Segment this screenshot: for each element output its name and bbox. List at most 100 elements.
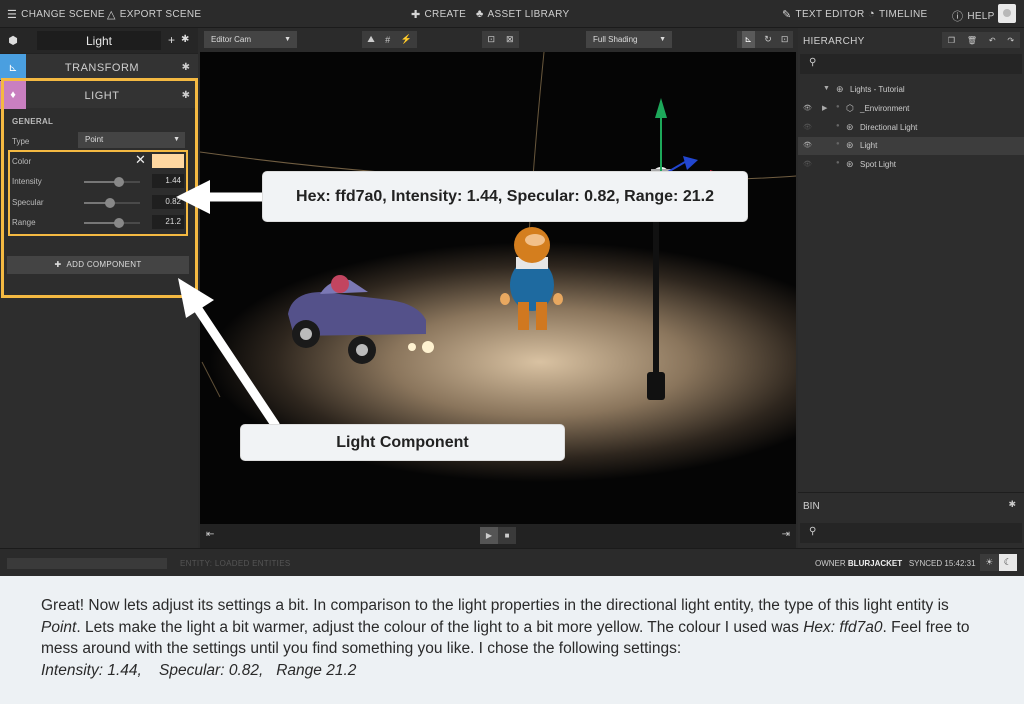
timeline-icon: ◔ [868,8,875,20]
range-slider[interactable] [84,218,140,228]
caption-emphasis: Intensity: 1.44, Specular: 0.82, Range 2… [41,661,357,679]
lightbulb-icon: ♦ [0,81,26,109]
user-avatar[interactable] [998,4,1016,23]
wand-icon[interactable]: ⚡ [401,34,412,45]
undo-icon[interactable]: ↶ [989,36,996,45]
rotate-icon[interactable]: ↻ [764,34,772,45]
intensity-slider[interactable] [84,177,140,187]
light-type-value: Point [85,135,104,144]
shading-select[interactable]: Full Shading ▼ [586,31,672,48]
range-input[interactable]: 21.2 [152,215,184,229]
help-icon: ⓘ [952,11,964,23]
bulb-icon: ⊛ [846,159,854,169]
range-label: Range [12,218,36,227]
clear-color-icon[interactable]: ✕ [135,152,146,168]
scale-icon[interactable]: ⊡ [781,34,789,45]
globe-icon: ⊕ [836,84,844,94]
library-icon: ♣ [476,8,484,20]
intensity-label: Intensity [12,177,42,186]
trash-icon[interactable]: 🗑 [967,36,977,45]
frame-selection-icon[interactable]: ⊡ [487,34,495,45]
chevron-down-icon: ▼ [173,136,180,143]
entity-name-field[interactable]: Light [37,31,161,50]
caption-part: Great! Now lets adjust its settings a bi… [41,597,949,614]
gear-icon[interactable]: ✱ [1008,499,1016,510]
visibility-eye-icon[interactable]: 👁 [803,104,812,112]
moon-icon[interactable]: ☾ [998,554,1017,571]
scene-viewport[interactable]: Editor Cam ▼ ⛰ # ⚡ ⊡ ⊠ Full Shading ▼ ⊾ … [200,28,796,548]
add-icon[interactable]: + [168,33,175,47]
bin-title: BIN [803,501,820,512]
tree-item-light[interactable]: 👁 ● ⊛ Light [798,137,1024,155]
tree-item-label: Lights - Tutorial [850,85,905,94]
enter-icon[interactable]: ⇥ [782,529,790,540]
export-triangle-icon: △ [107,9,116,21]
frame-all-icon[interactable]: ⊠ [506,34,514,45]
sun-icon[interactable]: ☀ [980,554,999,571]
chevron-down-icon: ▼ [659,36,666,43]
grid-icon[interactable]: # [385,35,390,45]
chevron-down-icon[interactable]: ▼ [823,85,830,92]
intensity-input[interactable]: 1.44 [152,174,184,188]
asset-library-button[interactable]: ♣ ASSET LIBRARY [476,8,569,20]
caption-part: . Lets make the light a bit warmer, adju… [76,618,804,636]
tree-item-directional-light[interactable]: 👁 ● ⊛ Directional Light [798,119,1024,137]
exit-icon[interactable]: ⇤ [206,529,214,540]
redo-icon[interactable]: ↷ [1007,36,1014,45]
terrain-icon[interactable]: ⛰ [367,34,375,45]
play-icon[interactable]: ▶ [480,527,498,544]
visibility-eye-icon[interactable]: 👁 [803,123,812,131]
tree-item-root[interactable]: ▼ ⊕ Lights - Tutorial [798,81,1024,99]
plus-icon: ✚ [411,9,421,21]
hierarchy-toolbar: ❐ 🗑 ↶ ↷ [942,32,1020,48]
inspector-panel: ⬢ Light + ✱ ⊾ TRANSFORM ✱ ♦ LIGHT ✱ GENE… [0,28,198,548]
bin-search-input[interactable]: ⚲ [800,523,1022,543]
caption-emphasis: Hex: ffd7a0 [803,618,883,636]
tree-item-spot-light[interactable]: 👁 ● ⊛ Spot Light [798,156,1024,174]
duplicate-icon[interactable]: ❐ [948,36,955,45]
help-button[interactable]: ⓘ HELP [952,8,995,24]
light-gear-icon[interactable]: ✱ [182,90,190,101]
intensity-slider-handle[interactable] [113,177,124,187]
translate-icon[interactable]: ⊾ [741,31,756,48]
text-editor-button[interactable]: ✎ TEXT EDITOR [782,8,865,21]
create-button[interactable]: ✚ CREATE [411,8,466,21]
hierarchy-search-input[interactable]: ⚲ [800,54,1022,74]
range-slider-handle[interactable] [113,218,124,228]
camera-select[interactable]: Editor Cam ▼ [204,31,297,48]
add-component-button[interactable]: ✚ ADD COMPONENT [7,256,189,274]
node-dot-icon: ● [836,160,840,166]
visibility-eye-icon[interactable]: 👁 [803,160,812,168]
text-editor-label: TEXT EDITOR [795,9,865,20]
gizmo-tools: ⛰ # ⚡ [362,31,417,48]
node-dot-icon: ● [836,123,840,129]
specular-input[interactable]: 0.82 [152,195,184,209]
search-icon: ⚲ [809,57,817,68]
shading-value: Full Shading [593,35,638,44]
export-scene-button[interactable]: △ EXPORT SCENE [107,8,201,21]
color-swatch[interactable] [152,154,184,168]
theme-toggle[interactable]: ☀ ☾ [980,554,1017,571]
light-type-select[interactable]: Point ▼ [78,132,185,148]
general-section-label: GENERAL [12,117,54,126]
specular-label: Specular [12,198,44,207]
gear-icon[interactable]: ✱ [181,34,189,45]
owner-label: OWNER [815,559,846,568]
specular-slider-handle[interactable] [105,198,116,208]
timeline-button[interactable]: ◔ TIMELINE [868,8,927,20]
change-scene-button[interactable]: ☰ CHANGE SCENE [7,8,105,21]
playback-controls: ▶ ■ [480,527,516,544]
stop-icon[interactable]: ■ [498,527,516,544]
specular-slider[interactable] [84,198,140,208]
plus-icon: ✚ [54,260,67,269]
chevron-right-icon[interactable]: ▶ [822,104,827,112]
owner-info: OWNER BLURJACKET SYNCED 15:42:31 [815,559,976,568]
timeline-label: TIMELINE [878,8,928,20]
create-label: CREATE [424,9,467,20]
light-component-header[interactable]: ♦ LIGHT ✱ [0,80,198,109]
visibility-eye-icon[interactable]: 👁 [803,141,812,149]
hierarchy-panel: HIERARCHY ❐ 🗑 ↶ ↷ ⚲ ▼ ⊕ Lights - Tutoria… [798,28,1024,548]
tree-item-environment[interactable]: 👁 ▶ ● ⬡ _Environment [798,100,1024,118]
transform-component-header[interactable]: ⊾ TRANSFORM ✱ [0,53,198,80]
transform-gear-icon[interactable]: ✱ [182,62,190,73]
